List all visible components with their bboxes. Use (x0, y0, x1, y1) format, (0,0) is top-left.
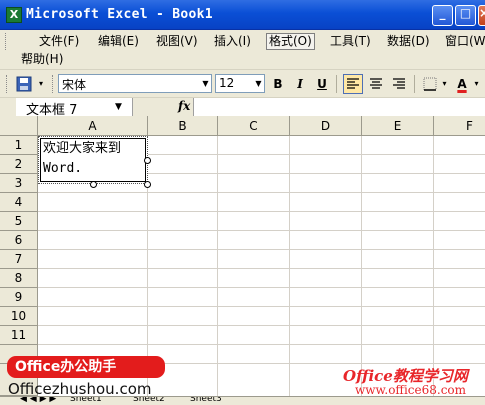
maximize-button[interactable]: □ (455, 5, 476, 26)
text-box-line-1[interactable]: 欢迎大家来到 (43, 139, 121, 159)
toolbar-separator (414, 75, 415, 93)
office68-watermark-url: www.office68.com (355, 383, 467, 397)
row-header-10[interactable]: 10 (0, 307, 38, 326)
column-header-f[interactable]: F (434, 116, 485, 136)
menu-data[interactable]: 数据(D) (385, 33, 432, 50)
office-zhushou-watermark-badge: Office办公助手 (7, 356, 165, 378)
toolbar-options-chevron-icon[interactable]: ▾ (36, 74, 46, 94)
row-header-1[interactable]: 1 (0, 136, 38, 155)
row-header-7[interactable]: 7 (0, 250, 38, 269)
gridline (217, 136, 218, 396)
menu-grip[interactable] (5, 33, 8, 50)
row-header-11[interactable]: 11 (0, 326, 38, 345)
gridline (433, 136, 434, 396)
align-right-icon (393, 78, 405, 89)
chevron-down-icon: ▼ (255, 79, 262, 88)
resize-handle-bottom[interactable] (90, 181, 97, 188)
row-header-9[interactable]: 9 (0, 288, 38, 307)
gridline (38, 230, 485, 231)
font-size-value: 12 (219, 76, 235, 90)
italic-button[interactable]: I (290, 74, 310, 94)
name-box[interactable]: 文本框 7 ▼ (16, 98, 133, 118)
menu-help[interactable]: 帮助(H) (19, 51, 65, 68)
menu-insert[interactable]: 插入(I) (212, 33, 253, 50)
gridline (289, 136, 290, 396)
row-header-4[interactable]: 4 (0, 193, 38, 212)
excel-app-icon[interactable]: X (6, 7, 22, 23)
toolbar-grip[interactable] (6, 75, 9, 93)
select-all-corner[interactable] (0, 116, 38, 136)
gridline (38, 325, 485, 326)
chevron-down-icon: ▼ (202, 79, 209, 88)
gridline (38, 192, 485, 193)
menu-bar: 文件(F) 编辑(E) 视图(V) 插入(I) 格式(O) 工具(T) 数据(D… (0, 30, 485, 70)
menu-file[interactable]: 文件(F) (37, 33, 81, 50)
window-title: Microsoft Excel - Book1 (26, 7, 213, 22)
title-bar: X Microsoft Excel - Book1 _ □ × (0, 0, 485, 30)
resize-handle-bottom-right[interactable] (144, 181, 151, 188)
font-name-value: 宋体 (62, 78, 87, 92)
gridline (38, 249, 485, 250)
borders-icon (423, 77, 437, 91)
menu-view[interactable]: 视图(V) (154, 33, 200, 50)
align-left-button[interactable] (343, 74, 363, 94)
minimize-button[interactable]: _ (432, 5, 453, 26)
font-name-select[interactable]: 宋体 ▼ (58, 74, 212, 93)
row-header-5[interactable]: 5 (0, 212, 38, 231)
toolbar-separator (336, 75, 337, 93)
gridline (38, 211, 485, 212)
gridline (38, 287, 485, 288)
align-left-icon (347, 78, 359, 89)
gridline (38, 306, 485, 307)
fx-icon[interactable]: fx (178, 99, 190, 113)
resize-handle-right[interactable] (144, 157, 151, 164)
font-color-chevron-icon[interactable]: ▾ (472, 74, 481, 94)
borders-button[interactable] (420, 74, 440, 94)
formatting-toolbar: ▾ 宋体 ▼ 12 ▼ B I U ▾ A ▾ (0, 70, 485, 98)
bold-button[interactable]: B (268, 74, 288, 94)
column-header-c[interactable]: C (218, 116, 290, 136)
menu-edit[interactable]: 编辑(E) (96, 33, 141, 50)
tab-sheet3[interactable]: Sheet3 (190, 397, 222, 404)
close-button[interactable]: × (478, 5, 485, 26)
font-color-button[interactable]: A (452, 74, 472, 94)
align-right-button[interactable] (389, 74, 409, 94)
align-center-button[interactable] (366, 74, 386, 94)
toolbar-grip-2[interactable] (52, 75, 55, 93)
formula-input[interactable] (193, 98, 485, 116)
underline-button[interactable]: U (312, 74, 332, 94)
text-box-line-2[interactable]: Word. (43, 159, 82, 179)
align-center-icon (370, 78, 382, 89)
gridline (38, 344, 485, 345)
row-header-3[interactable]: 3 (0, 174, 38, 193)
gridline (361, 136, 362, 396)
column-header-e[interactable]: E (362, 116, 434, 136)
borders-chevron-icon[interactable]: ▾ (440, 74, 449, 94)
font-size-select[interactable]: 12 ▼ (215, 74, 265, 93)
formula-bar: 文本框 7 ▼ fx (0, 98, 485, 118)
menu-tools[interactable]: 工具(T) (328, 33, 373, 50)
column-header-d[interactable]: D (290, 116, 362, 136)
office-zhushou-watermark-url: Officezhushou.com (8, 380, 152, 398)
chevron-down-icon[interactable]: ▼ (115, 98, 122, 116)
save-icon (16, 76, 32, 92)
column-header-a[interactable]: A (38, 116, 148, 136)
row-header-6[interactable]: 6 (0, 231, 38, 250)
gridline (38, 268, 485, 269)
text-box[interactable]: 欢迎大家来到 Word. (38, 136, 151, 188)
menu-format[interactable]: 格式(O) (266, 33, 315, 50)
save-button[interactable] (14, 74, 34, 94)
row-header-2[interactable]: 2 (0, 155, 38, 174)
menu-window[interactable]: 窗口(W) (443, 33, 485, 50)
row-header-8[interactable]: 8 (0, 269, 38, 288)
column-header-b[interactable]: B (148, 116, 218, 136)
